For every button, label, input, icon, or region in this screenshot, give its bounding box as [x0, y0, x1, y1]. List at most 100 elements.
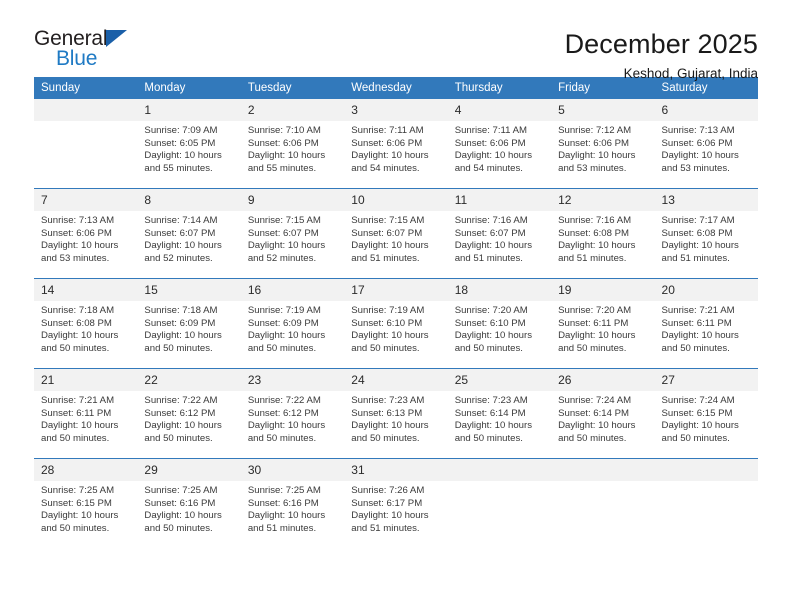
day-number: 14 [34, 279, 138, 301]
calendar-day-cell[interactable]: 15 Sunrise: 7:18 AM Sunset: 6:09 PM Dayligh… [137, 278, 241, 369]
calendar-day-cell[interactable]: 25 Sunrise: 7:23 AM Sunset: 6:14 PM Dayligh… [447, 368, 552, 459]
day-number: 10 [344, 189, 448, 211]
calendar-day-cell[interactable]: 7 Sunrise: 7:13 AM Sunset: 6:06 PM Daylight… [34, 188, 138, 279]
day-cell-content: 25 Sunrise: 7:23 AM Sunset: 6:14 PM Dayligh… [447, 369, 552, 458]
calendar-day-cell[interactable]: 26 Sunrise: 7:24 AM Sunset: 6:14 PM Dayligh… [551, 368, 655, 459]
daylight-duration-line1: Daylight: 10 hours [41, 510, 119, 522]
weekday-header-wednesday: Wednesday [344, 77, 448, 99]
sunrise-time: Sunrise: 7:26 AM [351, 485, 425, 496]
calendar-day-cell[interactable]: 20 Sunrise: 7:21 AM Sunset: 6:11 PM Dayligh… [654, 278, 758, 369]
daylight-duration-line1: Daylight: 10 hours [351, 150, 429, 162]
day-number: 17 [344, 279, 448, 301]
daylight-duration-line2: and 52 minutes. [144, 252, 213, 264]
calendar-day-cell[interactable]: 10 Sunrise: 7:15 AM Sunset: 6:07 PM Dayligh… [344, 188, 448, 279]
daylight-duration-line1: Daylight: 10 hours [661, 420, 739, 432]
day-number: 12 [551, 189, 655, 211]
sunrise-time: Sunrise: 7:11 AM [454, 125, 528, 136]
daylight-duration-line2: and 54 minutes. [351, 162, 420, 174]
day-number: 30 [240, 459, 345, 481]
calendar-day-cell[interactable]: 16 Sunrise: 7:19 AM Sunset: 6:09 PM Dayligh… [240, 278, 345, 369]
day-number: 20 [654, 279, 758, 301]
sunset-time: Sunset: 6:07 PM [144, 227, 216, 239]
calendar-day-cell[interactable]: 17 Sunrise: 7:19 AM Sunset: 6:10 PM Dayligh… [344, 278, 448, 369]
sunset-time: Sunset: 6:12 PM [144, 407, 216, 419]
daylight-duration-line1: Daylight: 10 hours [454, 330, 533, 342]
day-number: 8 [137, 189, 241, 211]
calendar-day-cell-empty [447, 458, 552, 548]
day-number: 2 [240, 99, 345, 121]
daylight-duration-line2: and 51 minutes. [558, 252, 627, 264]
day-number: 13 [654, 189, 758, 211]
sunset-time: Sunset: 6:06 PM [247, 137, 319, 149]
calendar-day-cell[interactable]: 6 Sunrise: 7:13 AM Sunset: 6:06 PM Daylight… [654, 99, 758, 189]
day-cell-content: 1 Sunrise: 7:09 AM Sunset: 6:05 PM Daylight… [137, 99, 241, 188]
day-details: Sunrise: 7:13 AM Sunset: 6:06 PM Daylight:… [655, 121, 758, 175]
weekday-header-monday: Monday [137, 77, 241, 99]
generalblue-logo[interactable]: General Blue [34, 27, 142, 75]
daylight-duration-line1: Daylight: 10 hours [558, 420, 636, 432]
calendar-day-cell[interactable]: 9 Sunrise: 7:15 AM Sunset: 6:07 PM Daylight… [240, 188, 345, 279]
calendar-day-cell[interactable]: 22 Sunrise: 7:22 AM Sunset: 6:12 PM Dayligh… [137, 368, 241, 459]
calendar-day-cell[interactable]: 19 Sunrise: 7:20 AM Sunset: 6:11 PM Dayligh… [551, 278, 655, 369]
day-cell-content: 9 Sunrise: 7:15 AM Sunset: 6:07 PM Daylight… [240, 189, 345, 278]
calendar-day-cell[interactable]: 12 Sunrise: 7:16 AM Sunset: 6:08 PM Dayligh… [551, 188, 655, 279]
daylight-duration-line1: Daylight: 10 hours [351, 330, 429, 342]
sunset-time: Sunset: 6:10 PM [454, 317, 526, 329]
calendar-day-cell[interactable]: 24 Sunrise: 7:23 AM Sunset: 6:13 PM Dayligh… [344, 368, 448, 459]
daylight-duration-line1: Daylight: 10 hours [454, 420, 533, 432]
daylight-duration-line2: and 50 minutes. [144, 342, 213, 354]
daylight-duration-line1: Daylight: 10 hours [41, 330, 119, 342]
day-details: Sunrise: 7:20 AM Sunset: 6:10 PM Daylight:… [448, 301, 551, 355]
sunset-time: Sunset: 6:10 PM [351, 317, 423, 329]
day-details: Sunrise: 7:25 AM Sunset: 6:16 PM Daylight:… [137, 481, 240, 535]
day-details: Sunrise: 7:19 AM Sunset: 6:09 PM Daylight:… [241, 301, 344, 355]
calendar-day-cell[interactable]: 23 Sunrise: 7:22 AM Sunset: 6:12 PM Dayligh… [240, 368, 345, 459]
day-cell-content [34, 99, 138, 188]
day-details: Sunrise: 7:17 AM Sunset: 6:08 PM Daylight:… [655, 211, 758, 265]
calendar-day-cell[interactable]: 29 Sunrise: 7:25 AM Sunset: 6:16 PM Dayligh… [137, 458, 241, 548]
sunset-time: Sunset: 6:08 PM [558, 227, 630, 239]
calendar-day-cell[interactable]: 31 Sunrise: 7:26 AM Sunset: 6:17 PM Dayligh… [344, 458, 448, 548]
calendar-day-cell-empty [551, 458, 655, 548]
day-details: Sunrise: 7:24 AM Sunset: 6:15 PM Daylight:… [655, 391, 758, 445]
calendar-day-cell[interactable]: 1 Sunrise: 7:09 AM Sunset: 6:05 PM Daylight… [137, 99, 241, 189]
sunset-time: Sunset: 6:11 PM [558, 317, 629, 329]
daylight-duration-line2: and 50 minutes. [558, 432, 627, 444]
sunset-time: Sunset: 6:11 PM [41, 407, 112, 419]
day-details: Sunrise: 7:19 AM Sunset: 6:10 PM Daylight:… [344, 301, 447, 355]
daylight-duration-line1: Daylight: 10 hours [351, 240, 429, 252]
calendar-day-cell[interactable]: 2 Sunrise: 7:10 AM Sunset: 6:06 PM Daylight… [240, 99, 345, 189]
sunrise-time: Sunrise: 7:20 AM [454, 305, 528, 316]
day-number [551, 459, 655, 481]
daylight-duration-line2: and 50 minutes. [144, 522, 213, 534]
daylight-duration-line1: Daylight: 10 hours [144, 330, 222, 342]
calendar-day-cell[interactable]: 13 Sunrise: 7:17 AM Sunset: 6:08 PM Dayligh… [654, 188, 758, 279]
daylight-duration-line2: and 50 minutes. [454, 342, 523, 354]
daylight-duration-line1: Daylight: 10 hours [247, 150, 326, 162]
calendar-day-cell[interactable]: 30 Sunrise: 7:25 AM Sunset: 6:16 PM Dayligh… [240, 458, 345, 548]
sunrise-time: Sunrise: 7:21 AM [661, 305, 735, 316]
day-details: Sunrise: 7:25 AM Sunset: 6:15 PM Daylight:… [34, 481, 137, 535]
calendar-day-cell[interactable]: 8 Sunrise: 7:14 AM Sunset: 6:07 PM Daylight… [137, 188, 241, 279]
calendar-day-cell[interactable]: 3 Sunrise: 7:11 AM Sunset: 6:06 PM Daylight… [344, 99, 448, 189]
day-cell-content: 24 Sunrise: 7:23 AM Sunset: 6:13 PM Dayligh… [344, 369, 448, 458]
calendar-day-cell[interactable]: 5 Sunrise: 7:12 AM Sunset: 6:06 PM Daylight… [551, 99, 655, 189]
sunset-time: Sunset: 6:09 PM [144, 317, 216, 329]
daylight-duration-line1: Daylight: 10 hours [454, 150, 533, 162]
calendar-day-cell[interactable]: 11 Sunrise: 7:16 AM Sunset: 6:07 PM Dayligh… [447, 188, 552, 279]
calendar-day-cell[interactable]: 14 Sunrise: 7:18 AM Sunset: 6:08 PM Dayligh… [34, 278, 138, 369]
sunrise-time: Sunrise: 7:16 AM [454, 215, 528, 226]
calendar-day-cell[interactable]: 21 Sunrise: 7:21 AM Sunset: 6:11 PM Dayligh… [34, 368, 138, 459]
calendar-day-cell[interactable]: 27 Sunrise: 7:24 AM Sunset: 6:15 PM Dayligh… [654, 368, 758, 459]
sunset-time: Sunset: 6:06 PM [661, 137, 733, 149]
daylight-duration-line2: and 50 minutes. [41, 522, 110, 534]
daylight-duration-line2: and 50 minutes. [661, 342, 730, 354]
day-number: 22 [137, 369, 241, 391]
sunset-time: Sunset: 6:09 PM [247, 317, 319, 329]
day-details: Sunrise: 7:12 AM Sunset: 6:06 PM Daylight:… [551, 121, 654, 175]
calendar-day-cell[interactable]: 28 Sunrise: 7:25 AM Sunset: 6:15 PM Dayligh… [34, 458, 138, 548]
day-cell-content: 30 Sunrise: 7:25 AM Sunset: 6:16 PM Dayligh… [240, 459, 345, 548]
calendar-day-cell[interactable]: 4 Sunrise: 7:11 AM Sunset: 6:06 PM Daylight… [447, 99, 552, 189]
calendar-day-cell[interactable]: 18 Sunrise: 7:20 AM Sunset: 6:10 PM Dayligh… [447, 278, 552, 369]
daylight-duration-line1: Daylight: 10 hours [661, 330, 739, 342]
